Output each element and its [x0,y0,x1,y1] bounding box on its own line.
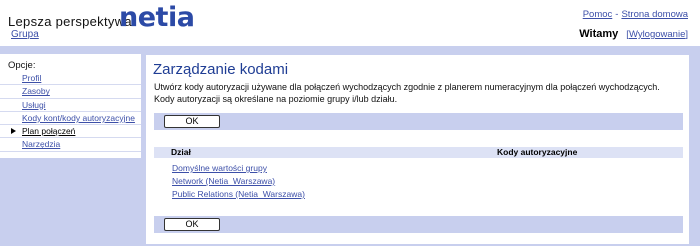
home-link[interactable]: Strona domowa [621,9,688,20]
group-link[interactable]: Grupa [11,29,39,40]
group-row: Grupa Witamy [Wylogowanie] [0,28,700,45]
table-body: Domyślne wartości grupy Network (Netia_W… [154,162,683,201]
sidebar-item-label[interactable]: Zasoby [22,86,50,96]
ok-button-top[interactable]: OK [164,115,220,128]
sidebar-item-label[interactable]: Plan połączeń [22,126,75,136]
sidebar-menu: Profil Zasoby Usługi Kody kont/kody auto… [0,72,141,152]
department-link[interactable]: Public Relations (Netia_Warszawa) [172,189,305,199]
button-bar-top: OK [154,113,683,130]
table-header: Dział Kody autoryzacyjne [154,147,683,158]
logout-bracket-close: ] [685,29,688,40]
sidebar-item-label[interactable]: Narzędzia [22,139,60,149]
top-links: Pomoc - Strona domowa [583,9,688,20]
sidebar-item-label[interactable]: Profil [22,73,41,83]
column-header-department: Dział [171,147,191,157]
welcome-text: Witamy [579,28,619,40]
welcome-area: Witamy [Wylogowanie] [579,28,688,40]
sidebar-item-call-plan[interactable]: Plan połączeń [0,125,141,139]
table-row: Public Relations (Netia_Warszawa) [154,188,683,201]
main-content: Zarządzanie kodami Utwórz kody autoryzac… [146,55,689,244]
sidebar-item-profile[interactable]: Profil [0,72,141,86]
sidebar-item-resources[interactable]: Zasoby [0,85,141,99]
sidebar-title: Opcje: [8,60,36,71]
department-link[interactable]: Network (Netia_Warszawa) [172,176,275,186]
sidebar-item-label[interactable]: Usługi [22,100,46,110]
table-row: Network (Netia_Warszawa) [154,175,683,188]
department-table: Dział Kody autoryzacyjne Domyślne wartoś… [154,147,683,201]
brand-tagline: Lepsza perspektywa [8,14,132,29]
logout-link[interactable]: Wylogowanie [629,29,685,40]
column-header-auth-codes: Kody autoryzacyjne [497,147,578,157]
button-bar-bottom: OK [154,216,683,233]
ok-button-bottom[interactable]: OK [164,218,220,231]
link-separator: - [615,9,619,20]
sidebar-item-tools[interactable]: Narzędzia [0,138,141,152]
sidebar: Opcje: Profil Zasoby Usługi Kody kont/ko… [0,54,141,158]
department-link[interactable]: Domyślne wartości grupy [172,163,267,173]
sidebar-item-services[interactable]: Usługi [0,99,141,112]
page-description: Utwórz kody autoryzacji używane dla połą… [154,82,660,104]
sidebar-item-account-codes[interactable]: Kody kont/kody autoryzacyjne [0,112,141,126]
current-page-arrow-icon [11,128,16,135]
help-link[interactable]: Pomoc [583,9,613,20]
page-title: Zarządzanie kodami [153,61,289,78]
sidebar-item-label[interactable]: Kody kont/kody autoryzacyjne [22,113,135,123]
table-row: Domyślne wartości grupy [154,162,683,175]
